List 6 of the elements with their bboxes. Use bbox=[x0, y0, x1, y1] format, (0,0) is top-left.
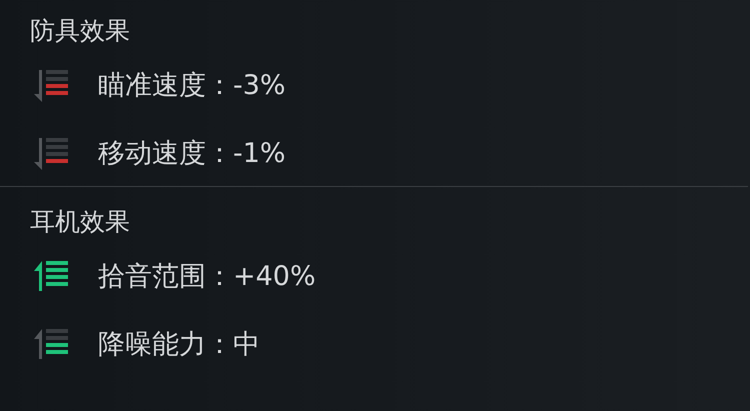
section-title: 防具效果 bbox=[29, 15, 131, 47]
effect-label: 瞄准速度：-3% bbox=[98, 68, 286, 103]
effect-label: 降噪能力：中 bbox=[98, 328, 260, 362]
section-title: 耳机效果 bbox=[29, 206, 131, 238]
effect-label: 拾音范围：+40% bbox=[98, 260, 316, 294]
effect-label: 移动速度：-1% bbox=[98, 136, 286, 171]
